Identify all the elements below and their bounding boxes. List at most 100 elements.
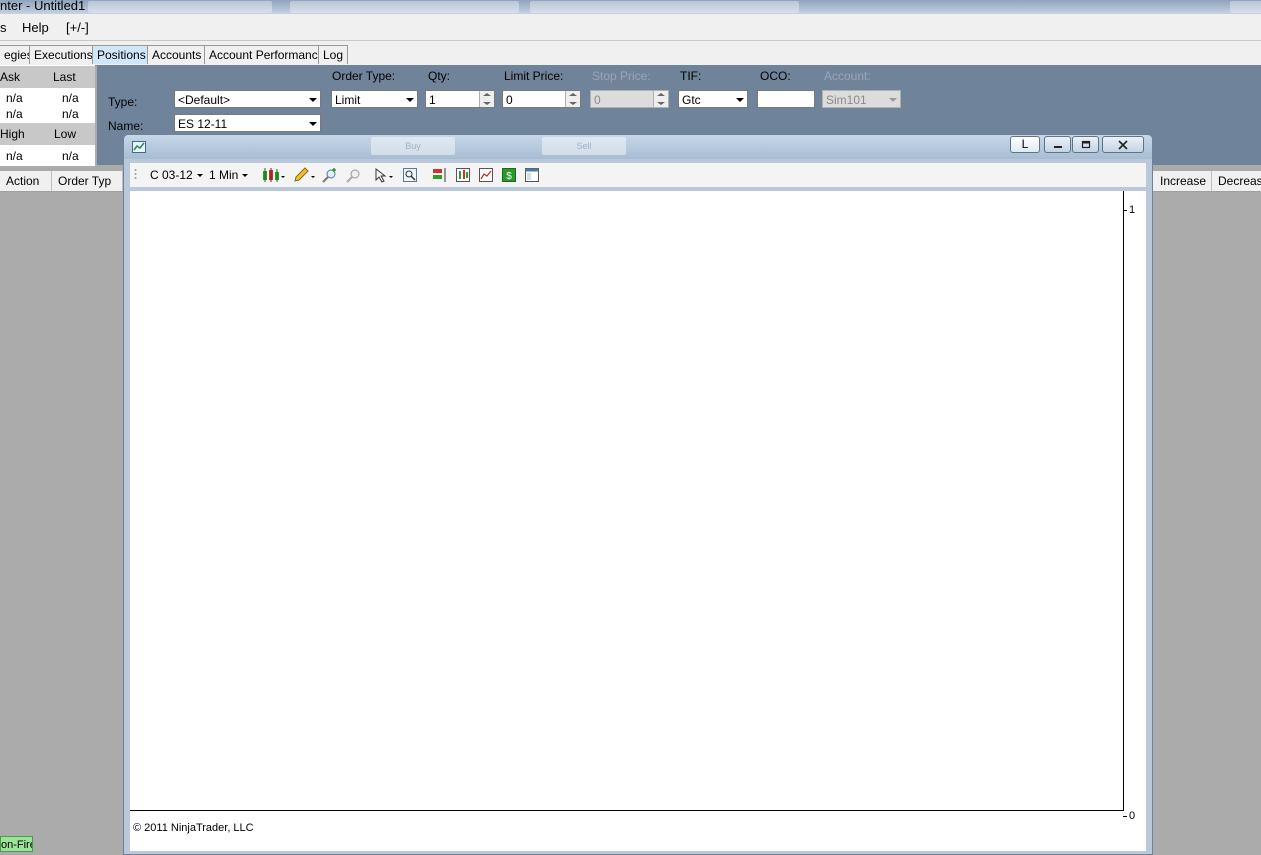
zoom-out-icon[interactable] <box>346 167 362 183</box>
column-action[interactable]: Action <box>0 171 52 191</box>
close-icon <box>1118 140 1128 150</box>
drawing-pencil-icon[interactable] <box>292 167 316 183</box>
quote-panel: Ask Last n/a n/a n/a n/a High Low n/a n/… <box>0 65 95 166</box>
indicators-icon[interactable] <box>455 167 471 183</box>
tab-executions[interactable]: Executions <box>29 45 98 64</box>
chart-titlebar[interactable]: Buy Sell L <box>124 135 1152 159</box>
menu-bar: s Help [+/-] <box>0 14 1261 40</box>
tif-label: TIF: <box>680 69 702 83</box>
tif-select[interactable]: Gtc <box>678 90 748 108</box>
data-box-icon[interactable] <box>402 167 418 183</box>
link-button[interactable]: L <box>1010 136 1040 153</box>
account-value: Sim101 <box>826 93 867 107</box>
minimize-button[interactable] <box>1044 136 1071 153</box>
chevron-down-icon <box>406 98 414 102</box>
menu-item-help[interactable]: Help <box>22 20 49 35</box>
qty-stepper[interactable]: 1 <box>425 90 495 108</box>
quote-header-row-2: High Low <box>0 123 95 145</box>
quote-last-1: n/a <box>62 91 79 105</box>
tab-account-performance[interactable]: Account Performance <box>204 45 330 64</box>
oco-label: OCO: <box>760 69 791 83</box>
quote-header-last: Last <box>53 70 76 84</box>
chevron-down-icon <box>309 98 317 102</box>
interval-value: 1 Min <box>209 168 239 182</box>
quote-low: n/a <box>62 149 79 163</box>
quote-ask-2: n/a <box>6 107 23 121</box>
instrument-selector[interactable]: C 03-12 <box>150 168 203 182</box>
cursor-select-icon[interactable] <box>374 167 398 183</box>
name-label: Name: <box>108 119 144 133</box>
name-value: ES 12-11 <box>178 117 228 131</box>
minimize-icon <box>1053 146 1062 148</box>
interval-selector[interactable]: 1 Min <box>209 168 249 182</box>
instrument-value: C 03-12 <box>150 168 193 182</box>
chevron-down-icon <box>242 174 249 178</box>
taskbar-strip: nter - Untitled1 <box>0 0 1261 14</box>
type-value: <Default> <box>178 93 231 107</box>
taskbar-ghost-4[interactable] <box>1230 1 1261 13</box>
spin-arrows-icon[interactable] <box>479 91 494 107</box>
stop-price-value: 0 <box>594 93 601 107</box>
limit-price-stepper[interactable]: 0 <box>502 90 581 108</box>
limit-price-label: Limit Price: <box>504 69 564 83</box>
chart-style-candles-icon[interactable] <box>262 167 286 183</box>
zoom-in-icon[interactable] <box>322 167 338 183</box>
qty-label: Qty: <box>428 69 451 83</box>
menu-item-windows[interactable]: s <box>0 20 7 35</box>
account-select: Sim101 <box>822 90 901 108</box>
dollar-icon[interactable]: $ <box>501 167 517 183</box>
order-type-value: Limit <box>335 93 361 107</box>
tab-bar: egies Executions Positions Accounts Acco… <box>0 40 1261 66</box>
tif-value: Gtc <box>682 93 701 107</box>
account-label: Account: <box>824 69 871 83</box>
window-title: nter - Untitled1 <box>0 0 86 13</box>
properties-icon[interactable] <box>524 167 540 183</box>
chart-toolbar: C 03-12 1 Min $ <box>130 163 1146 187</box>
tab-log[interactable]: Log <box>318 45 349 64</box>
stop-price-stepper: 0 <box>590 90 669 108</box>
column-decrease[interactable]: Decrease <box>1212 171 1261 191</box>
chart-window[interactable]: Buy Sell L C 03-12 1 Min $ 1 0 © 2011 Ni… <box>123 134 1153 855</box>
chart-plot-area[interactable] <box>130 191 1124 811</box>
copyright-text: © 2011 NinjaTrader, LLC <box>133 822 254 834</box>
quote-header-row: Ask Last <box>0 66 95 88</box>
axis-tick-top <box>1123 210 1127 211</box>
close-button[interactable] <box>1102 136 1144 153</box>
maximize-icon <box>1081 140 1090 149</box>
type-label: Type: <box>108 95 138 109</box>
tab-accounts[interactable]: Accounts <box>147 45 207 64</box>
type-select[interactable]: <Default> <box>174 90 321 108</box>
sell-button[interactable]: Sell <box>542 137 626 155</box>
chart-app-icon <box>132 141 146 153</box>
taskbar-ghost-1[interactable] <box>88 1 272 13</box>
oco-input[interactable] <box>757 90 815 108</box>
svg-text:$: $ <box>506 171 512 182</box>
menu-item-toggle[interactable]: [+/-] <box>66 20 89 35</box>
order-type-select[interactable]: Limit <box>331 90 418 108</box>
taskbar-ghost-3[interactable] <box>530 1 799 13</box>
strategies-icon[interactable] <box>478 167 494 183</box>
maximize-button[interactable] <box>1072 136 1099 153</box>
toolbar-grip-icon[interactable] <box>134 168 137 182</box>
column-order-type[interactable]: Order Typ <box>52 171 123 191</box>
chart-canvas[interactable]: 1 0 © 2011 NinjaTrader, LLC <box>130 191 1146 851</box>
limit-price-value: 0 <box>506 93 513 107</box>
quote-ask-1: n/a <box>6 91 23 105</box>
axis-label-bottom: 0 <box>1129 810 1136 822</box>
quote-header-high: High <box>0 127 25 141</box>
column-increase[interactable]: Increase <box>1154 171 1212 191</box>
taskbar-ghost-2[interactable] <box>290 1 519 13</box>
chevron-down-icon <box>736 98 744 102</box>
stop-price-label: Stop Price: <box>592 69 651 83</box>
qty-value: 1 <box>429 93 436 107</box>
chart-trader-icon[interactable] <box>432 167 448 183</box>
tab-positions[interactable]: Positions <box>92 45 151 64</box>
buy-button[interactable]: Buy <box>371 137 455 155</box>
chevron-down-icon <box>196 174 203 178</box>
spin-arrows-icon[interactable] <box>565 91 580 107</box>
quote-header-ask: Ask <box>0 70 21 84</box>
spin-arrows-icon <box>653 91 668 107</box>
axis-label-top: 1 <box>1129 204 1136 216</box>
name-select[interactable]: ES 12-11 <box>174 114 321 132</box>
quote-header-low: Low <box>54 127 77 141</box>
